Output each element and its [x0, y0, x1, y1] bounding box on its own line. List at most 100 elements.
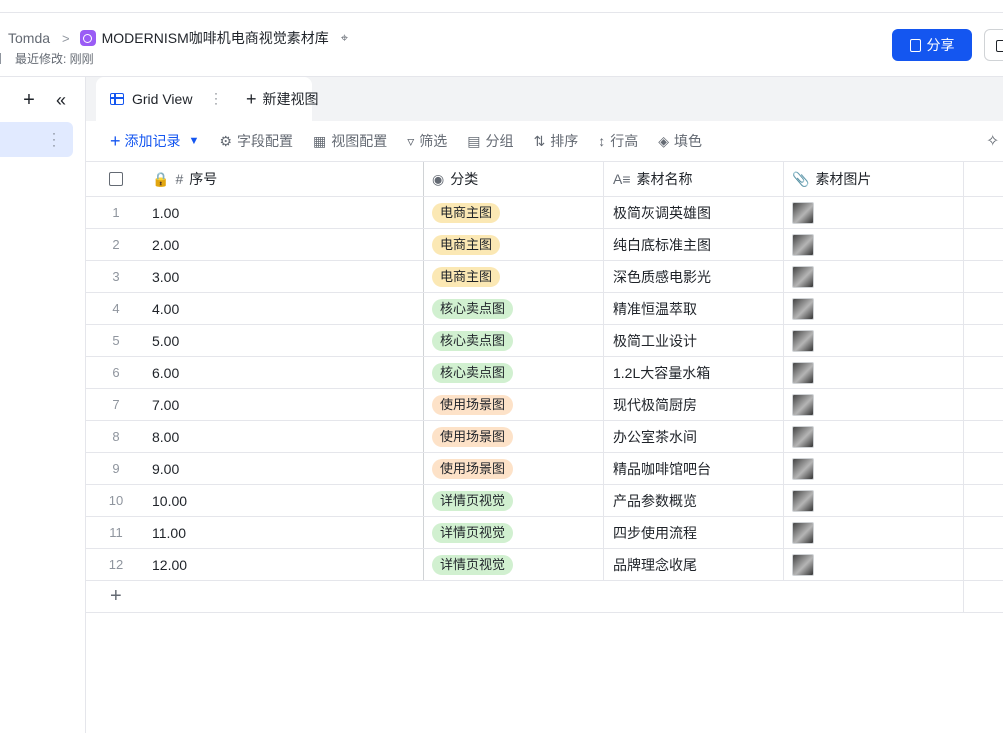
category-cell[interactable]: 电商主图 — [424, 229, 604, 260]
image-cell[interactable] — [784, 485, 964, 516]
add-record-button[interactable]: + 添加记录 ▼ — [110, 121, 199, 161]
image-thumbnail[interactable] — [792, 265, 814, 288]
collapse-sidebar-icon[interactable]: « — [52, 91, 70, 109]
column-header-image[interactable]: 📎 素材图片 — [784, 162, 964, 196]
more-button[interactable] — [984, 29, 1003, 61]
name-cell[interactable]: 极简工业设计 — [604, 325, 784, 356]
image-cell[interactable] — [784, 517, 964, 548]
table-row[interactable]: 6 6.00 核心卖点图 1.2L大容量水箱 — [86, 357, 1003, 389]
pin-icon[interactable]: ⌖ — [341, 30, 348, 46]
row-height-button[interactable]: ↕ 行高 — [598, 121, 638, 161]
column-header-category[interactable]: ◉ 分类 — [424, 162, 604, 196]
tab-more-icon[interactable]: · · · — [214, 87, 218, 109]
name-cell[interactable]: 极简灰调英雄图 — [604, 197, 784, 228]
sort-button[interactable]: ⇅ 排序 — [533, 121, 578, 161]
table-row[interactable]: 7 7.00 使用场景图 现代极简厨房 — [86, 389, 1003, 421]
image-thumbnail[interactable] — [792, 329, 814, 352]
filter-button[interactable]: ▿ 筛选 — [407, 121, 447, 161]
table-row[interactable]: 10 10.00 详情页视觉 产品参数概览 — [86, 485, 1003, 517]
view-config-button[interactable]: ▦ 视图配置 — [313, 121, 387, 161]
name-cell[interactable]: 深色质感电影光 — [604, 261, 784, 292]
image-cell[interactable] — [784, 325, 964, 356]
image-cell[interactable] — [784, 421, 964, 452]
category-cell[interactable]: 核心卖点图 — [424, 293, 604, 324]
image-cell[interactable] — [784, 357, 964, 388]
image-thumbnail[interactable] — [792, 361, 814, 384]
image-thumbnail[interactable] — [792, 201, 814, 224]
table-row[interactable]: 9 9.00 使用场景图 精品咖啡馆吧台 — [86, 453, 1003, 485]
seq-cell[interactable]: 1.00 — [146, 197, 424, 228]
name-cell[interactable]: 品牌理念收尾 — [604, 549, 784, 580]
fill-color-button[interactable]: ◈ 填色 — [658, 121, 702, 161]
image-cell[interactable] — [784, 261, 964, 292]
category-cell[interactable]: 使用场景图 — [424, 453, 604, 484]
image-thumbnail[interactable] — [792, 457, 814, 480]
chevron-down-icon[interactable]: ▼ — [189, 135, 200, 147]
add-row-button[interactable]: + — [86, 581, 1003, 613]
seq-cell[interactable]: 4.00 — [146, 293, 424, 324]
seq-cell[interactable]: 11.00 — [146, 517, 424, 548]
image-thumbnail[interactable] — [792, 489, 814, 512]
seq-cell[interactable]: 6.00 — [146, 357, 424, 388]
more-icon[interactable]: · · · — [49, 127, 59, 151]
image-cell[interactable] — [784, 293, 964, 324]
image-cell[interactable] — [784, 549, 964, 580]
name-cell[interactable]: 纯白底标准主图 — [604, 229, 784, 260]
seq-cell[interactable]: 2.00 — [146, 229, 424, 260]
seq-cell[interactable]: 7.00 — [146, 389, 424, 420]
select-all-checkbox[interactable] — [109, 172, 123, 186]
new-view-button[interactable]: + 新建视图 — [246, 77, 319, 121]
category-cell[interactable]: 使用场景图 — [424, 389, 604, 420]
select-all-cell[interactable] — [86, 162, 146, 196]
sidebar-item-table[interactable]: · · · — [0, 122, 73, 157]
image-thumbnail[interactable] — [792, 553, 814, 576]
seq-cell[interactable]: 12.00 — [146, 549, 424, 580]
sparkle-icon[interactable]: ✧ — [986, 131, 999, 151]
seq-cell[interactable]: 3.00 — [146, 261, 424, 292]
group-button[interactable]: ▤ 分组 — [467, 121, 513, 161]
table-row[interactable]: 1 1.00 电商主图 极简灰调英雄图 — [86, 197, 1003, 229]
image-thumbnail[interactable] — [792, 393, 814, 416]
name-cell[interactable]: 精品咖啡馆吧台 — [604, 453, 784, 484]
table-row[interactable]: 2 2.00 电商主图 纯白底标准主图 — [86, 229, 1003, 261]
seq-cell[interactable]: 8.00 — [146, 421, 424, 452]
table-row[interactable]: 4 4.00 核心卖点图 精准恒温萃取 — [86, 293, 1003, 325]
page-title[interactable]: MODERNISM咖啡机电商视觉素材库 — [102, 28, 329, 48]
add-column-button[interactable] — [964, 162, 1003, 196]
name-cell[interactable]: 1.2L大容量水箱 — [604, 357, 784, 388]
category-cell[interactable]: 详情页视觉 — [424, 549, 604, 580]
image-thumbnail[interactable] — [792, 297, 814, 320]
seq-cell[interactable]: 5.00 — [146, 325, 424, 356]
name-cell[interactable]: 四步使用流程 — [604, 517, 784, 548]
category-cell[interactable]: 电商主图 — [424, 197, 604, 228]
table-row[interactable]: 8 8.00 使用场景图 办公室茶水间 — [86, 421, 1003, 453]
category-cell[interactable]: 详情页视觉 — [424, 517, 604, 548]
table-row[interactable]: 5 5.00 核心卖点图 极简工业设计 — [86, 325, 1003, 357]
category-cell[interactable]: 电商主图 — [424, 261, 604, 292]
column-header-seq[interactable]: 🔒 # 序号 — [146, 162, 424, 196]
image-thumbnail[interactable] — [792, 521, 814, 544]
share-button[interactable]: 分享 — [892, 29, 972, 61]
seq-cell[interactable]: 10.00 — [146, 485, 424, 516]
image-cell[interactable] — [784, 229, 964, 260]
field-config-button[interactable]: ⚙ 字段配置 — [219, 121, 293, 161]
category-cell[interactable]: 详情页视觉 — [424, 485, 604, 516]
breadcrumb-root[interactable]: Tomda — [8, 30, 50, 46]
add-table-icon[interactable]: + — [20, 90, 38, 110]
image-cell[interactable] — [784, 453, 964, 484]
category-cell[interactable]: 核心卖点图 — [424, 325, 604, 356]
image-thumbnail[interactable] — [792, 233, 814, 256]
image-thumbnail[interactable] — [792, 425, 814, 448]
table-row[interactable]: 12 12.00 详情页视觉 品牌理念收尾 — [86, 549, 1003, 581]
category-cell[interactable]: 核心卖点图 — [424, 357, 604, 388]
name-cell[interactable]: 产品参数概览 — [604, 485, 784, 516]
table-row[interactable]: 11 11.00 详情页视觉 四步使用流程 — [86, 517, 1003, 549]
seq-cell[interactable]: 9.00 — [146, 453, 424, 484]
category-cell[interactable]: 使用场景图 — [424, 421, 604, 452]
image-cell[interactable] — [784, 389, 964, 420]
name-cell[interactable]: 办公室茶水间 — [604, 421, 784, 452]
table-row[interactable]: 3 3.00 电商主图 深色质感电影光 — [86, 261, 1003, 293]
column-header-name[interactable]: A≡ 素材名称 — [604, 162, 784, 196]
image-cell[interactable] — [784, 197, 964, 228]
name-cell[interactable]: 精准恒温萃取 — [604, 293, 784, 324]
